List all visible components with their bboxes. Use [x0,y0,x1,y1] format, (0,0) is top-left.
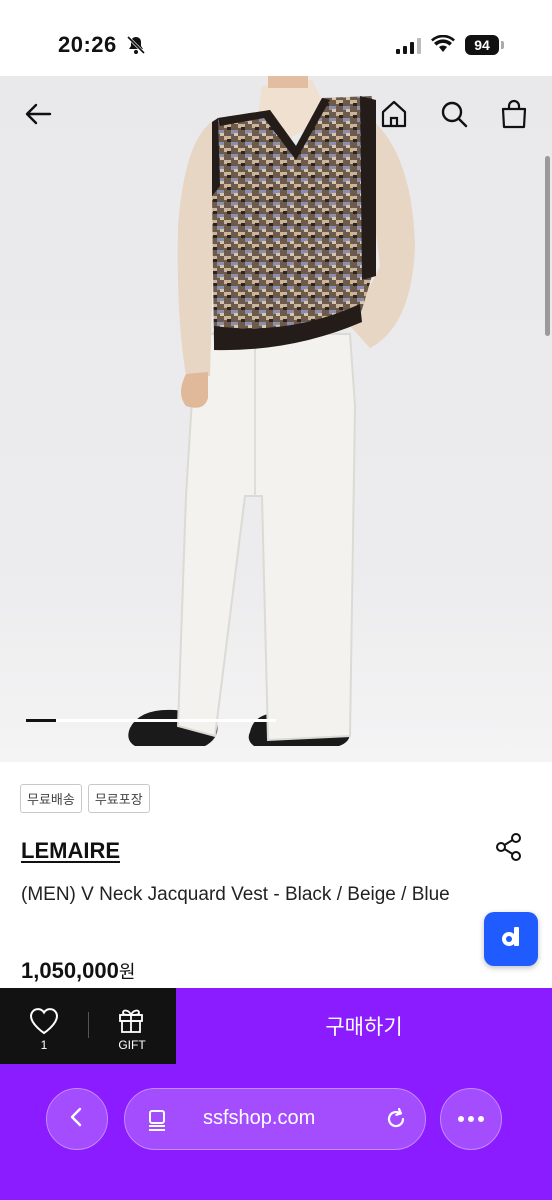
browser-toolbar: ssfshop.com [0,1064,552,1200]
action-divider [88,1012,89,1038]
carousel-progress [26,719,276,722]
cart-button[interactable] [494,96,534,136]
search-button[interactable] [434,96,474,136]
chevron-left-icon [65,1105,89,1134]
more-options-button[interactable] [440,1088,502,1150]
home-icon [379,99,409,134]
brand-link[interactable]: LEMAIRE [21,838,120,864]
benefit-tags: 무료배송 무료포장 [20,784,150,813]
reload-icon [383,1107,409,1136]
gift-button[interactable] [116,1004,146,1039]
purchase-action-bar: 1 GIFT 구매하기 [0,988,552,1064]
price-value: 1,050,000 [21,958,119,983]
page-scrollbar[interactable] [545,156,550,336]
status-time: 20:26 [58,32,117,57]
product-image-carousel[interactable] [0,76,552,762]
search-icon [439,99,469,134]
bell-muted-icon [126,35,146,60]
reload-button[interactable] [383,1106,409,1137]
battery-nub [501,41,504,49]
shopping-bag-icon [499,99,529,134]
arrow-left-icon [22,98,54,135]
wish-gift-panel: 1 GIFT [0,988,176,1064]
battery-indicator: 94 [465,35,499,55]
tag-free-wrapping: 무료포장 [87,784,150,813]
wifi-icon [431,34,455,58]
more-dots-icon [456,1110,486,1128]
share-icon [494,833,524,866]
product-photo [128,76,415,746]
price-currency: 원 [118,962,136,982]
address-bar[interactable]: ssfshop.com [124,1088,426,1150]
url-text: ssfshop.com [203,1107,316,1129]
back-button[interactable] [18,96,58,136]
tabs-list-icon[interactable] [145,1108,169,1137]
wishlist-count: 1 [40,1038,48,1052]
chat-fab-button[interactable] [484,912,538,966]
carousel-progress-fill [26,719,56,722]
d-logo-icon [498,924,524,955]
home-button[interactable] [374,96,414,136]
product-price: 1,050,000원 [21,958,135,984]
gift-icon [116,1009,146,1038]
product-header [0,76,552,156]
buy-button[interactable]: 구매하기 [176,988,552,1064]
cellular-signal-icon [396,38,422,59]
gift-label: GIFT [118,1038,146,1052]
wishlist-button[interactable] [28,1006,60,1041]
browser-back-button[interactable] [46,1088,108,1150]
tag-free-shipping: 무료배송 [20,784,82,813]
share-button[interactable] [494,832,524,867]
product-name: (MEN) V Neck Jacquard Vest - Black / Bei… [21,884,450,905]
status-bar: 20:26 94 [0,0,552,76]
